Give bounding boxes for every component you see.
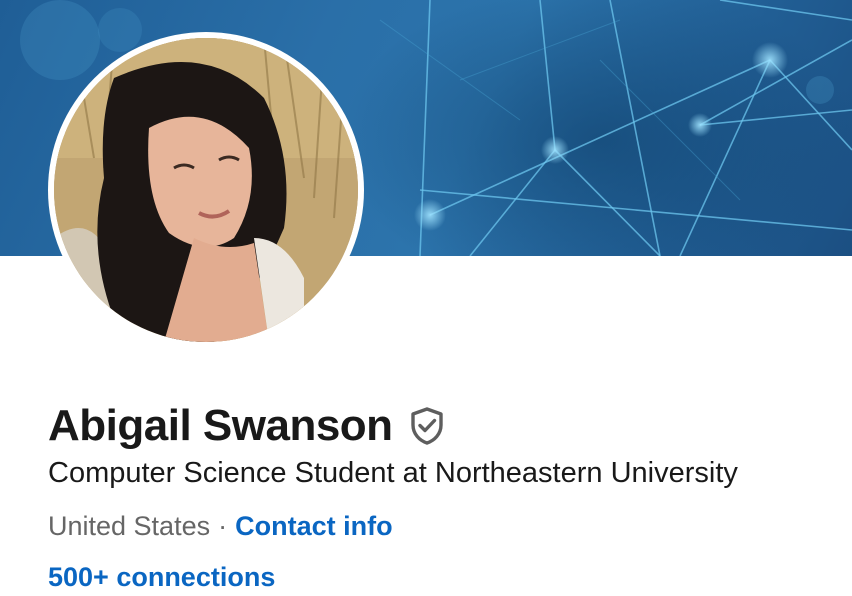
separator-dot: · [218, 511, 228, 541]
connections-link[interactable]: 500+ connections [48, 559, 275, 595]
avatar-frame[interactable] [48, 32, 364, 348]
shield-check-icon[interactable] [407, 406, 447, 446]
location-text: United States [48, 511, 211, 541]
contact-info-link[interactable]: Contact info [235, 511, 392, 541]
location-row: United States · Contact info [48, 508, 393, 544]
name-row: Abigail Swanson [48, 398, 447, 454]
profile-name: Abigail Swanson [48, 401, 393, 450]
profile-photo [54, 38, 358, 342]
avatar[interactable] [54, 38, 358, 342]
profile-headline: Computer Science Student at Northeastern… [48, 457, 738, 489]
